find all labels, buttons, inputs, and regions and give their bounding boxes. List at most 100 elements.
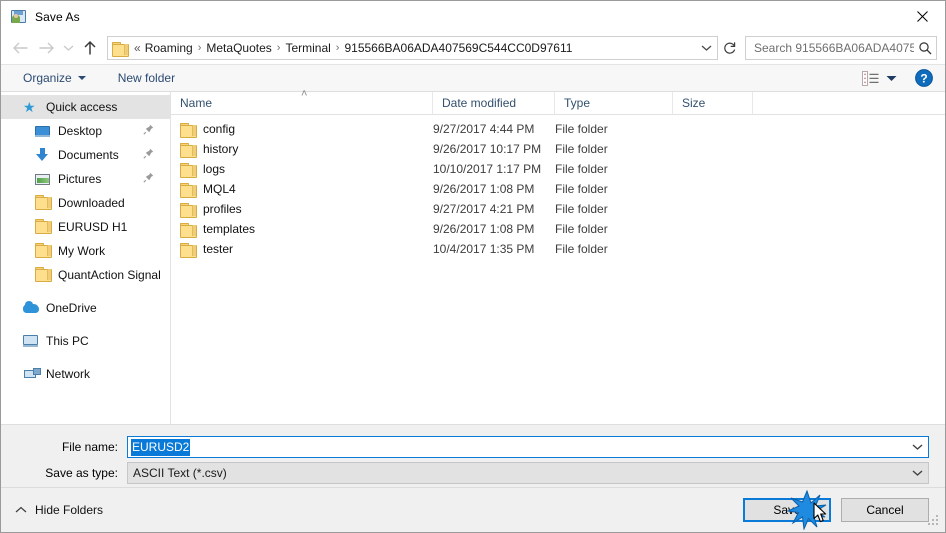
file-name: history: [203, 142, 239, 156]
table-row[interactable]: profiles 9/27/2017 4:21 PM File folder: [171, 199, 945, 219]
column-header-row: ˄ Name Date modified Type Size: [171, 88, 945, 115]
address-dropdown-button[interactable]: [697, 44, 715, 52]
chevron-down-icon: [886, 71, 897, 85]
help-button[interactable]: ?: [915, 69, 933, 87]
file-name: profiles: [203, 202, 242, 216]
sidebar-item-quick-access[interactable]: ★ Quick access: [1, 95, 170, 119]
breadcrumb-overflow[interactable]: «: [134, 41, 141, 55]
table-row[interactable]: logs 10/10/2017 1:17 PM File folder: [171, 159, 945, 179]
column-header-type[interactable]: Type: [555, 92, 673, 114]
network-icon: [23, 366, 41, 382]
pin-icon[interactable]: [143, 172, 154, 186]
column-header-date-modified[interactable]: Date modified: [433, 92, 555, 114]
sidebar-item-quantaction-signal[interactable]: QuantAction Signal: [1, 263, 170, 287]
file-name-control: EURUSD2: [127, 436, 929, 458]
save-as-type-label: Save as type:: [45, 466, 118, 480]
organize-button[interactable]: Organize: [15, 67, 94, 89]
sidebar-item-this-pc[interactable]: This PC: [1, 329, 170, 353]
help-icon: ?: [915, 69, 933, 87]
forward-button[interactable]: [33, 35, 59, 61]
file-name-dropdown-button[interactable]: [906, 437, 928, 457]
table-row[interactable]: config 9/27/2017 4:44 PM File folder: [171, 119, 945, 139]
search-input[interactable]: [752, 40, 916, 56]
sidebar-item-label: EURUSD H1: [58, 220, 128, 234]
table-row[interactable]: history 9/26/2017 10:17 PM File folder: [171, 139, 945, 159]
column-header-size[interactable]: Size: [673, 92, 753, 114]
back-button[interactable]: [7, 35, 33, 61]
save-as-type-dropdown-button[interactable]: [906, 463, 928, 483]
address-bar[interactable]: « Roaming › MetaQuotes › Terminal › 9155…: [107, 36, 718, 60]
folder-icon: [180, 162, 197, 178]
column-header-name[interactable]: Name: [171, 92, 433, 114]
dialog-footer: Hide Folders Save Cancel: [1, 487, 945, 532]
sidebar-item-label: Desktop: [58, 124, 103, 138]
up-button[interactable]: [77, 35, 103, 61]
resize-grip-icon[interactable]: [928, 513, 941, 529]
pin-icon[interactable]: [143, 124, 154, 138]
sidebar-item-label: Downloaded: [58, 196, 125, 210]
file-name-label: File name:: [61, 440, 118, 454]
sidebar-item-downloaded[interactable]: Downloaded: [1, 191, 170, 215]
table-row[interactable]: MQL4 9/26/2017 1:08 PM File folder: [171, 179, 945, 199]
pin-icon[interactable]: [143, 148, 154, 162]
table-row[interactable]: tester 10/4/2017 1:35 PM File folder: [171, 239, 945, 259]
file-name: MQL4: [203, 182, 236, 196]
file-name: logs: [203, 162, 226, 176]
cancel-button[interactable]: Cancel: [841, 498, 929, 522]
file-name-input[interactable]: EURUSD2: [127, 436, 929, 458]
breadcrumb-separator: ›: [335, 42, 340, 54]
file-type-row: Save as type: ASCII Text (*.csv): [1, 462, 945, 484]
sidebar-item-network[interactable]: Network: [1, 362, 170, 386]
breadcrumb-separator: ›: [197, 42, 202, 54]
sidebar-item-my-work[interactable]: My Work: [1, 239, 170, 263]
save-as-type-select[interactable]: ASCII Text (*.csv): [127, 462, 929, 484]
folder-icon: [180, 122, 197, 138]
recent-locations-button[interactable]: [59, 35, 77, 61]
chevron-up-icon: [15, 503, 27, 517]
chevron-down-icon: [912, 470, 922, 476]
close-button[interactable]: [899, 1, 945, 32]
folder-icon: [180, 242, 197, 258]
sidebar-item-desktop[interactable]: Desktop: [1, 119, 170, 143]
table-row[interactable]: templates 9/26/2017 1:08 PM File folder: [171, 219, 945, 239]
sidebar-item-pictures[interactable]: Pictures: [1, 167, 170, 191]
hide-folders-button[interactable]: Hide Folders: [11, 503, 103, 517]
sidebar-item-label: QuantAction Signal: [58, 268, 161, 282]
type-cell: File folder: [555, 142, 608, 156]
type-cell: File folder: [555, 202, 608, 216]
type-cell: File folder: [555, 162, 608, 176]
view-mode-button[interactable]: [858, 69, 901, 88]
breadcrumb-separator: ›: [276, 42, 281, 54]
new-folder-button[interactable]: New folder: [110, 67, 183, 89]
chevron-down-icon: [912, 444, 922, 450]
sidebar-item-label: OneDrive: [46, 301, 97, 315]
sidebar-item-onedrive[interactable]: OneDrive: [1, 296, 170, 320]
file-name-cell: MQL4: [171, 182, 433, 198]
folder-icon: [180, 142, 197, 158]
breadcrumb-item-roaming[interactable]: Roaming: [145, 41, 193, 55]
new-folder-label: New folder: [117, 71, 176, 85]
navigation-bar: « Roaming › MetaQuotes › Terminal › 9155…: [1, 32, 945, 64]
cancel-label: Cancel: [866, 503, 904, 517]
folder-icon: [180, 202, 197, 218]
save-as-type-value: ASCII Text (*.csv): [133, 466, 227, 480]
view-layout-icon: [862, 70, 879, 86]
navigation-pane: ★ Quick access Desktop Documents Picture…: [1, 92, 171, 424]
date-modified-cell: 9/26/2017 10:17 PM: [433, 142, 542, 156]
breadcrumb-item-metaquotes[interactable]: MetaQuotes: [206, 41, 271, 55]
folder-icon: [35, 195, 52, 211]
search-box[interactable]: [745, 36, 937, 60]
breadcrumb-item-current[interactable]: 915566BA06ADA407569C544CC0D97611: [344, 41, 572, 55]
folder-icon: [180, 182, 197, 198]
save-button[interactable]: Save: [743, 498, 831, 522]
sidebar-item-eurusd-h1[interactable]: EURUSD H1: [1, 215, 170, 239]
folder-icon: [35, 219, 52, 235]
this-pc-icon: [23, 333, 39, 349]
refresh-icon: [724, 42, 736, 54]
refresh-button[interactable]: [719, 36, 741, 60]
sidebar-item-documents[interactable]: Documents: [1, 143, 170, 167]
save-label: Save: [773, 503, 801, 517]
breadcrumb-item-terminal[interactable]: Terminal: [285, 41, 330, 55]
